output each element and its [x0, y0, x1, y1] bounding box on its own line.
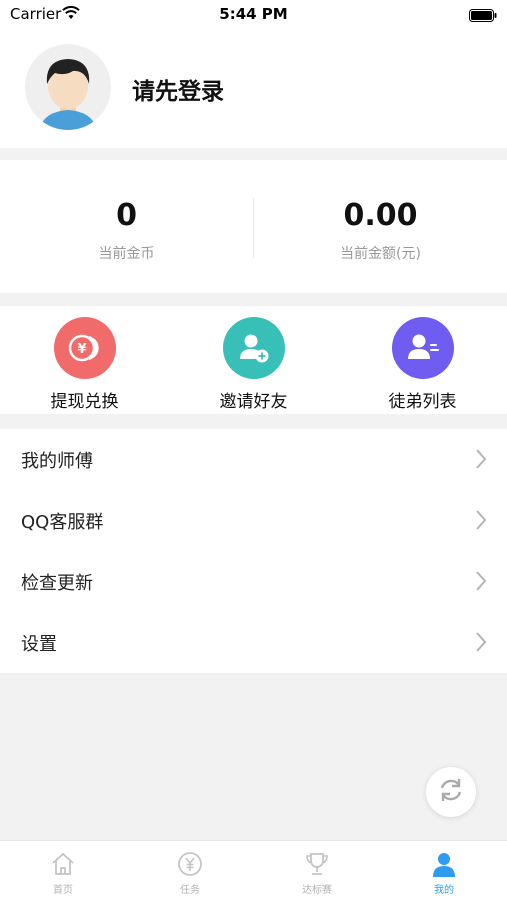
add-friend-icon — [222, 317, 285, 379]
quick-actions: ¥ 提现兑换 邀请好友 徒弟列表 — [0, 306, 507, 414]
menu-item-qq-group[interactable]: QQ客服群 — [0, 490, 507, 551]
tab-label: 首页 — [53, 885, 73, 896]
status-bar: Carrier 5:44 PM — [0, 0, 507, 28]
refresh-icon — [436, 775, 466, 809]
chevron-right-icon — [475, 570, 487, 596]
coins-stat: 0 当前金币 — [0, 160, 253, 293]
tab-mine[interactable]: 我的 — [381, 841, 507, 901]
battery-icon — [469, 7, 497, 26]
clock: 5:44 PM — [219, 5, 288, 23]
menu-item-label: QQ客服群 — [21, 511, 104, 533]
menu-item-label: 设置 — [21, 633, 57, 655]
refresh-button[interactable] — [426, 767, 476, 817]
apprentice-list-label: 徒弟列表 — [388, 392, 457, 412]
menu-item-settings[interactable]: 设置 — [0, 612, 507, 673]
invite-friends-button[interactable]: 邀请好友 — [169, 306, 338, 414]
menu-item-check-update[interactable]: 检查更新 — [0, 551, 507, 612]
invite-friends-label: 邀请好友 — [219, 392, 288, 412]
tab-tasks[interactable]: 任务 — [127, 841, 253, 901]
coins-value: 0 — [116, 198, 137, 233]
balance-stats: 0 当前金币 0.00 当前金额(元) — [0, 160, 507, 293]
coins-label: 当前金币 — [98, 246, 155, 262]
settings-menu: 我的师傅 QQ客服群 检查更新 设置 — [0, 429, 507, 673]
coin-yen-icon: ¥ — [53, 317, 116, 379]
amount-stat: 0.00 当前金额(元) — [254, 160, 507, 293]
trophy-icon — [254, 851, 380, 879]
chevron-right-icon — [475, 509, 487, 535]
amount-value: 0.00 — [343, 198, 418, 233]
tab-label: 我的 — [434, 885, 454, 896]
menu-item-label: 检查更新 — [21, 572, 93, 594]
user-icon — [381, 851, 507, 879]
chevron-right-icon — [475, 448, 487, 474]
chevron-right-icon — [475, 631, 487, 657]
withdraw-exchange-label: 提现兑换 — [50, 392, 119, 412]
withdraw-exchange-button[interactable]: ¥ 提现兑换 — [0, 306, 169, 414]
profile-header[interactable]: 请先登录 — [0, 28, 507, 148]
tab-label: 达标赛 — [302, 885, 332, 896]
tab-competition[interactable]: 达标赛 — [254, 841, 380, 901]
apprentice-list-icon — [391, 317, 454, 379]
home-icon — [0, 851, 126, 879]
tab-bar: 首页 任务 达标赛 我的 — [0, 840, 507, 901]
menu-item-label: 我的师傅 — [21, 450, 93, 472]
amount-label: 当前金额(元) — [340, 246, 421, 262]
tab-home[interactable]: 首页 — [0, 841, 126, 901]
login-prompt[interactable]: 请先登录 — [132, 72, 224, 106]
menu-item-my-master[interactable]: 我的师傅 — [0, 429, 507, 490]
tab-label: 任务 — [180, 885, 200, 896]
apprentice-list-button[interactable]: 徒弟列表 — [338, 306, 507, 414]
avatar[interactable] — [25, 44, 111, 130]
yen-coin-icon — [127, 851, 253, 879]
svg-text:¥: ¥ — [77, 342, 86, 357]
